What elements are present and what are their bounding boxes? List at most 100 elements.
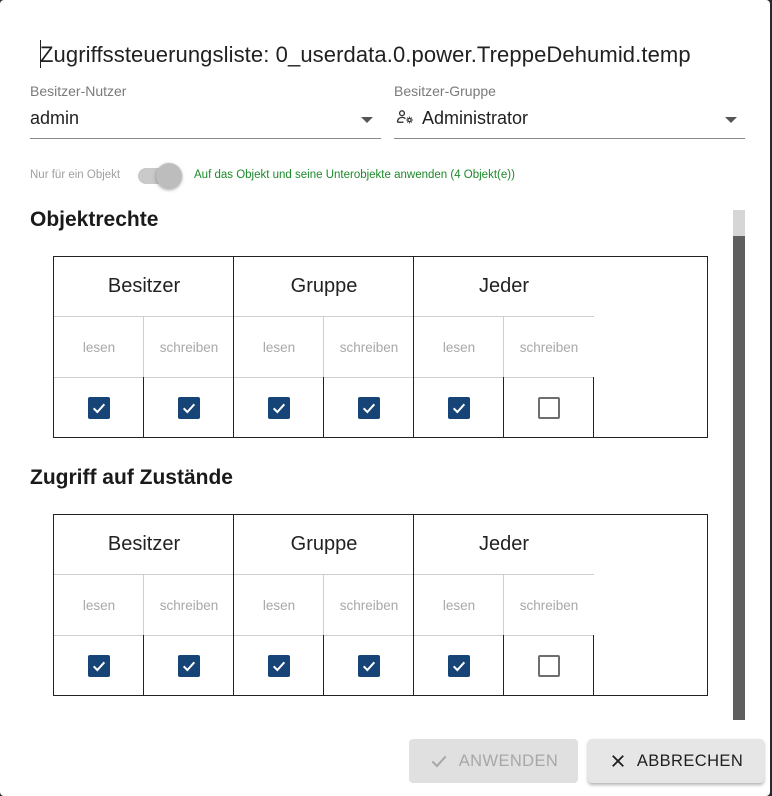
- owner-user-value: admin: [30, 108, 80, 128]
- group-divider: [233, 257, 234, 437]
- permission-column-label: schreiben: [159, 339, 219, 355]
- permission-checkbox-cell: [144, 378, 234, 438]
- group-divider: [233, 515, 234, 695]
- column-divider-light: [143, 575, 144, 635]
- column-divider-light: [143, 317, 144, 377]
- close-icon: [611, 755, 624, 767]
- owner-group-label: Besitzer-Gruppe: [394, 83, 496, 99]
- permission-column-label: lesen: [262, 597, 296, 613]
- apply-scope-row: Nur für ein Objekt Auf das Objekt und se…: [30, 162, 750, 190]
- permissions-table-state: Besitzer Gruppe Jeder lesen schreiben lesen sc…: [53, 514, 708, 696]
- permission-checkbox-cell: [324, 378, 414, 438]
- permission-column-label: lesen: [82, 339, 116, 355]
- checkmark-icon: [92, 403, 106, 414]
- permission-checkbox[interactable]: [358, 655, 380, 677]
- owner-user-label: Besitzer-Nutzer: [30, 83, 127, 99]
- permissions-table-object: Besitzer Gruppe Jeder lesen schreiben lesen sc…: [53, 256, 708, 438]
- checkmark-icon: [92, 661, 106, 672]
- group-header: Besitzer: [54, 257, 234, 317]
- group-divider: [413, 515, 414, 695]
- scope-off-label: Nur für ein Objekt: [30, 169, 121, 181]
- permission-checkbox-cell: [144, 636, 234, 696]
- checkmark-icon: [362, 661, 376, 672]
- column-divider-light: [323, 575, 324, 635]
- owner-group-value: Administrator: [422, 108, 529, 128]
- scope-switch-thumb[interactable]: [156, 163, 182, 189]
- acl-dialog: Zugriffssteuerungsliste: 0_userdata.0.po…: [0, 0, 770, 796]
- permission-checkbox[interactable]: [88, 397, 110, 419]
- permission-checkbox-cell: [504, 636, 594, 696]
- checkmark-icon: [272, 403, 286, 414]
- permission-column-label: lesen: [442, 597, 476, 613]
- chevron-down-icon: [725, 117, 737, 123]
- permission-checkbox[interactable]: [178, 655, 200, 677]
- permission-checkbox[interactable]: [448, 655, 470, 677]
- checkmark-icon: [272, 661, 286, 672]
- permission-checkbox[interactable]: [268, 655, 290, 677]
- permission-checkbox-cell: [414, 636, 504, 696]
- permission-checkbox[interactable]: [358, 397, 380, 419]
- row-divider: [54, 377, 594, 378]
- owner-group-select[interactable]: Administrator: [394, 99, 745, 139]
- group-header: Jeder: [414, 515, 594, 575]
- group-header: Besitzer: [54, 515, 234, 575]
- permission-checkbox[interactable]: [448, 397, 470, 419]
- group-divider: [413, 257, 414, 437]
- apply-button-label: ANWENDEN: [458, 751, 559, 770]
- checkmark-icon: [362, 403, 376, 414]
- section-title-state-access: Zugriff auf Zustände: [30, 466, 233, 489]
- column-divider-light: [503, 317, 504, 377]
- owner-user-select[interactable]: admin: [30, 99, 381, 139]
- column-divider: [323, 377, 324, 437]
- column-divider-light: [503, 575, 504, 635]
- permission-checkbox[interactable]: [538, 655, 560, 677]
- row-divider: [54, 635, 594, 636]
- column-divider: [503, 377, 504, 437]
- check-icon: [431, 755, 447, 768]
- permission-checkbox-cell: [54, 378, 144, 438]
- group-header: Jeder: [414, 257, 594, 317]
- scrollbar-thumb[interactable]: [733, 210, 745, 236]
- column-divider: [143, 377, 144, 437]
- column-divider: [143, 635, 144, 695]
- permission-checkbox-cell: [504, 378, 594, 438]
- permission-checkbox[interactable]: [268, 397, 290, 419]
- column-divider: [593, 635, 594, 695]
- checkmark-icon: [182, 661, 196, 672]
- scrollbar-track[interactable]: [733, 210, 745, 720]
- column-divider: [323, 635, 324, 695]
- cancel-button[interactable]: ABBRECHEN: [588, 739, 764, 783]
- permission-column-label: schreiben: [519, 339, 579, 355]
- column-divider-light: [323, 317, 324, 377]
- dialog-title: Zugriffssteuerungsliste: 0_userdata.0.po…: [40, 42, 691, 67]
- permission-column-label: schreiben: [339, 597, 399, 613]
- permission-column-label: schreiben: [339, 339, 399, 355]
- permission-checkbox[interactable]: [88, 655, 110, 677]
- checkmark-icon: [182, 403, 196, 414]
- cancel-button-label: ABBRECHEN: [636, 751, 744, 770]
- apply-button[interactable]: ANWENDEN: [409, 739, 578, 783]
- group-header: Gruppe: [234, 257, 414, 317]
- permissions-content: Objektrechte Besitzer Gruppe Jeder lesen sch…: [0, 205, 748, 720]
- permission-checkbox-cell: [234, 636, 324, 696]
- permission-column-label: lesen: [442, 339, 476, 355]
- permission-checkbox[interactable]: [538, 397, 560, 419]
- permission-column-label: lesen: [82, 597, 116, 613]
- permission-checkbox-cell: [324, 636, 414, 696]
- permission-checkbox-cell: [234, 378, 324, 438]
- group-header: Gruppe: [234, 515, 414, 575]
- column-divider: [503, 635, 504, 695]
- column-divider: [593, 377, 594, 437]
- permission-checkbox-cell: [414, 378, 504, 438]
- permission-column-label: schreiben: [519, 597, 579, 613]
- permission-column-label: lesen: [262, 339, 296, 355]
- chevron-down-icon: [361, 117, 373, 123]
- group-settings-icon: [396, 110, 413, 124]
- permission-checkbox[interactable]: [178, 397, 200, 419]
- permission-checkbox-cell: [54, 636, 144, 696]
- checkmark-icon: [452, 403, 466, 414]
- scope-on-label: Auf das Objekt und seine Unterobjekte an…: [194, 169, 515, 181]
- section-title-object-rights: Objektrechte: [30, 208, 159, 231]
- permission-column-label: schreiben: [159, 597, 219, 613]
- checkmark-icon: [452, 661, 466, 672]
